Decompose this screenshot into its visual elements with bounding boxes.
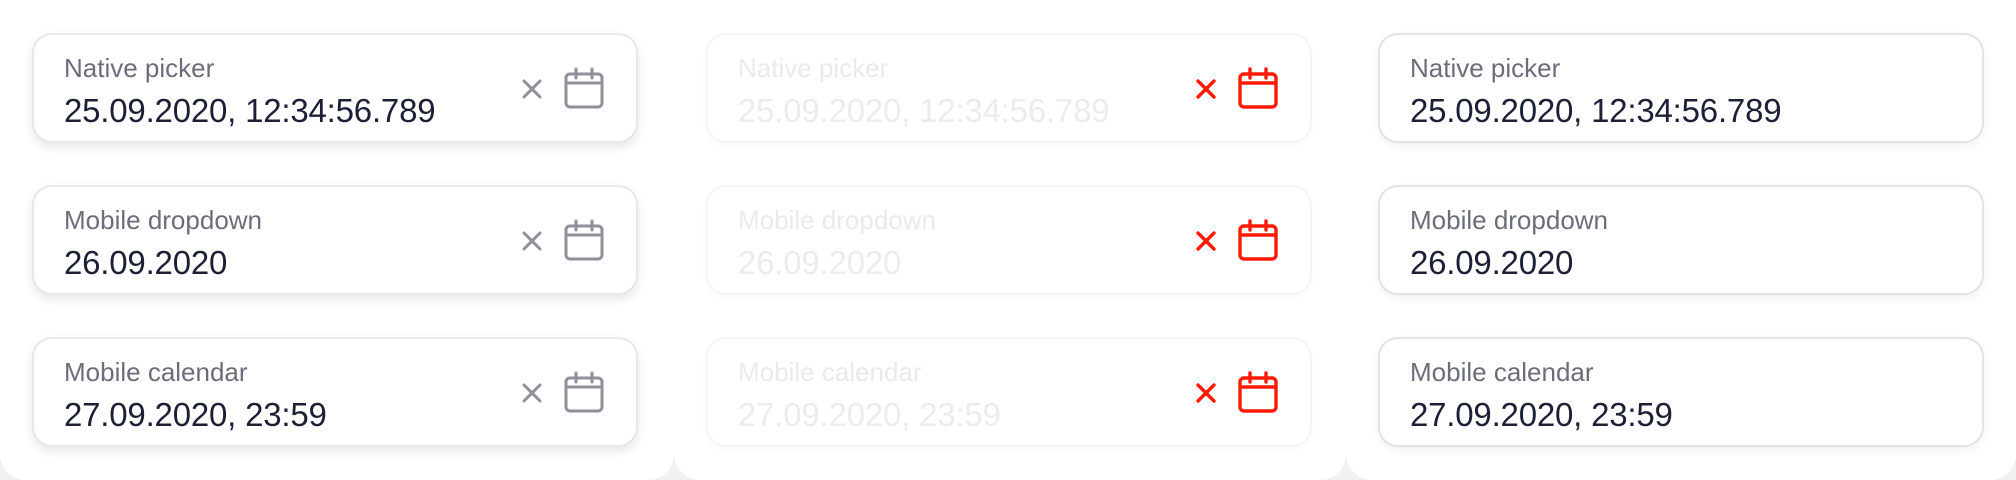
field-label: Mobile dropdown bbox=[1410, 205, 1609, 235]
close-icon[interactable] bbox=[516, 73, 548, 105]
calendar-icon[interactable] bbox=[562, 219, 606, 263]
field-value[interactable]: 25.09.2020, 12:34:56.789 bbox=[1410, 92, 1782, 130]
field-label: Mobile dropdown bbox=[738, 205, 937, 235]
field-value[interactable]: 26.09.2020 bbox=[64, 244, 227, 282]
field-value[interactable]: 25.09.2020, 12:34:56.789 bbox=[64, 92, 436, 130]
close-icon[interactable] bbox=[516, 377, 548, 409]
close-icon[interactable] bbox=[1190, 225, 1222, 257]
field-label: Native picker bbox=[738, 53, 889, 83]
native-picker-field[interactable]: Native picker 25.09.2020, 12:34:56.789 bbox=[32, 33, 638, 143]
mobile-calendar-field[interactable]: Mobile calendar 27.09.2020, 23:59 bbox=[32, 337, 638, 447]
field-label: Native picker bbox=[1410, 53, 1561, 83]
column-disabled: Native picker 25.09.2020, 12:34:56.789 M… bbox=[674, 0, 1346, 480]
mobile-dropdown-field[interactable]: Mobile dropdown 26.09.2020 bbox=[1378, 185, 1984, 295]
mobile-calendar-field[interactable]: Mobile calendar 27.09.2020, 23:59 bbox=[1378, 337, 1984, 447]
close-icon[interactable] bbox=[1190, 73, 1222, 105]
field-label: Mobile dropdown bbox=[64, 205, 263, 235]
field-label: Mobile calendar bbox=[1410, 357, 1594, 387]
field-value[interactable]: 26.09.2020 bbox=[1410, 244, 1573, 282]
field-value: 27.09.2020, 23:59 bbox=[738, 396, 1001, 433]
calendar-icon[interactable] bbox=[1236, 67, 1280, 111]
field-label: Mobile calendar bbox=[64, 357, 248, 387]
close-icon[interactable] bbox=[516, 225, 548, 257]
date-inputs-showcase: Native picker 25.09.2020, 12:34:56.789 M… bbox=[0, 0, 2016, 480]
mobile-dropdown-field: Mobile dropdown 26.09.2020 bbox=[706, 185, 1312, 295]
native-picker-field[interactable]: Native picker 25.09.2020, 12:34:56.789 bbox=[1378, 33, 1984, 143]
field-value: 25.09.2020, 12:34:56.789 bbox=[738, 92, 1110, 129]
field-value: 26.09.2020 bbox=[738, 244, 902, 281]
calendar-icon[interactable] bbox=[562, 67, 606, 111]
calendar-icon[interactable] bbox=[1236, 371, 1280, 415]
calendar-icon[interactable] bbox=[1236, 219, 1280, 263]
native-picker-field: Native picker 25.09.2020, 12:34:56.789 bbox=[706, 33, 1312, 143]
field-label: Native picker bbox=[64, 53, 215, 83]
calendar-icon[interactable] bbox=[562, 371, 606, 415]
close-icon[interactable] bbox=[1190, 377, 1222, 409]
field-value[interactable]: 27.09.2020, 23:59 bbox=[1410, 396, 1673, 434]
mobile-calendar-field: Mobile calendar 27.09.2020, 23:59 bbox=[706, 337, 1312, 447]
column-default: Native picker 25.09.2020, 12:34:56.789 M… bbox=[0, 0, 674, 480]
mobile-dropdown-field[interactable]: Mobile dropdown 26.09.2020 bbox=[32, 185, 638, 295]
field-label: Mobile calendar bbox=[738, 357, 922, 387]
field-value[interactable]: 27.09.2020, 23:59 bbox=[64, 396, 327, 434]
column-readonly: Native picker 25.09.2020, 12:34:56.789 M… bbox=[1346, 0, 2016, 480]
